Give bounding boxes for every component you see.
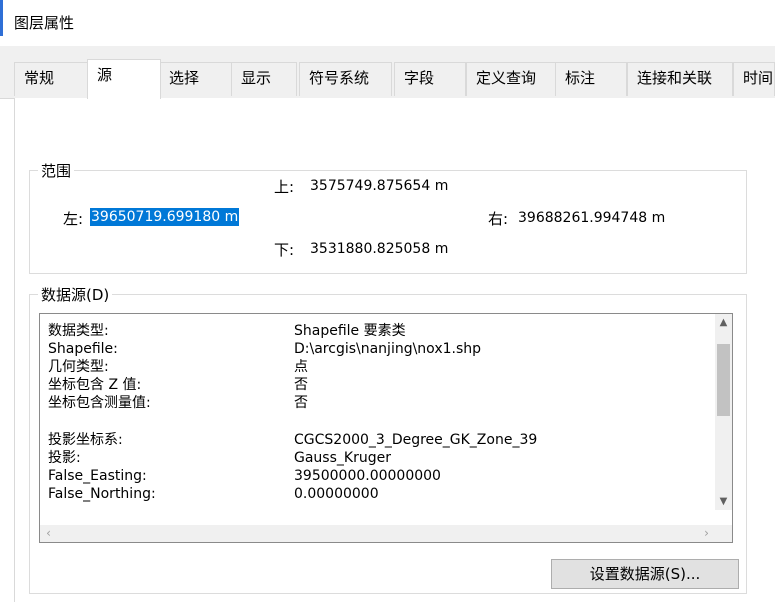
ds-label-geometry-type: 几何类型: bbox=[48, 359, 109, 375]
chevron-left-icon[interactable]: ‹ bbox=[40, 525, 57, 542]
tab-symbology[interactable]: 符号系统 bbox=[299, 62, 392, 96]
dialog-title: 图层属性 bbox=[14, 14, 75, 32]
ds-label-false-easting: False_Easting: bbox=[48, 468, 147, 484]
tab-time[interactable]: 时间 bbox=[733, 62, 775, 96]
tab-definition-query[interactable]: 定义查询 bbox=[466, 62, 556, 96]
title-bar: 图层属性 bbox=[0, 0, 775, 46]
ds-label-has-z: 坐标包含 Z 值: bbox=[48, 377, 142, 393]
tab-strip: 常规 源 选择 显示 符号系统 字段 定义查询 标注 连接和关联 时间 bbox=[0, 46, 775, 99]
ds-label-shapefile: Shapefile: bbox=[48, 341, 118, 357]
tab-label: 标注 bbox=[565, 69, 596, 87]
extent-top-value[interactable]: 3575749.875654 m bbox=[310, 178, 448, 194]
tab-joins-relates[interactable]: 连接和关联 bbox=[627, 62, 733, 96]
ds-label-projection: 投影: bbox=[48, 450, 81, 466]
scrollbar-corner bbox=[715, 525, 732, 542]
tab-label: 源 bbox=[97, 66, 113, 84]
tab-label: 显示 bbox=[241, 69, 272, 87]
chevron-up-icon[interactable]: ▲ bbox=[715, 314, 732, 331]
ds-label-data-type: 数据类型: bbox=[48, 323, 109, 339]
ds-label-has-m: 坐标包含测量值: bbox=[48, 395, 151, 411]
datasource-info-box[interactable]: 数据类型: Shapefile 要素类 Shapefile: D:\arcgis… bbox=[39, 313, 733, 543]
ds-value-has-z: 否 bbox=[294, 377, 308, 393]
extent-group-legend: 范围 bbox=[41, 162, 72, 180]
ds-value-data-type: Shapefile 要素类 bbox=[294, 323, 406, 339]
extent-right-value[interactable]: 39688261.994748 m bbox=[518, 210, 665, 226]
ds-label-false-northing: False_Northing: bbox=[48, 486, 156, 502]
tab-label: 符号系统 bbox=[309, 69, 370, 87]
extent-left-value-selected[interactable]: 39650719.699180 m bbox=[90, 208, 240, 226]
datasource-group-legend: 数据源(D) bbox=[41, 286, 110, 304]
ds-value-projection: Gauss_Kruger bbox=[294, 450, 391, 466]
chevron-down-icon[interactable]: ▼ bbox=[715, 493, 732, 510]
extent-top-label: 上: bbox=[274, 178, 295, 196]
ds-label-projected-cs: 投影坐标系: bbox=[48, 432, 123, 448]
ds-value-false-northing: 0.00000000 bbox=[294, 486, 379, 502]
chevron-right-icon[interactable]: › bbox=[698, 525, 715, 542]
ds-value-false-easting: 39500000.00000000 bbox=[294, 468, 441, 484]
ds-value-projected-cs: CGCS2000_3_Degree_GK_Zone_39 bbox=[294, 432, 538, 448]
extent-right-label: 右: bbox=[488, 210, 509, 228]
vertical-scroll-thumb[interactable] bbox=[717, 344, 730, 416]
extent-left-label: 左: bbox=[63, 210, 84, 228]
extent-bottom-label: 下: bbox=[274, 241, 295, 259]
tab-label: 选择 bbox=[169, 69, 200, 87]
tab-source[interactable]: 源 bbox=[87, 59, 161, 99]
tab-display[interactable]: 显示 bbox=[231, 62, 297, 96]
tab-label: 连接和关联 bbox=[637, 69, 713, 87]
tab-label: 字段 bbox=[404, 69, 435, 87]
ds-value-geometry-type: 点 bbox=[294, 359, 308, 375]
tab-fields[interactable]: 字段 bbox=[394, 62, 466, 96]
set-data-source-button[interactable]: 设置数据源(S)... bbox=[551, 559, 739, 589]
extent-bottom-value[interactable]: 3531880.825058 m bbox=[310, 241, 448, 257]
title-accent-bar bbox=[0, 0, 3, 36]
tab-general[interactable]: 常规 bbox=[14, 62, 89, 96]
vertical-scrollbar[interactable]: ▲ ▼ bbox=[715, 314, 732, 510]
ds-value-has-m: 否 bbox=[294, 395, 308, 411]
tab-content-source: 范围 上: 3575749.875654 m 左: 39650719.69918… bbox=[14, 98, 775, 602]
tab-label: 定义查询 bbox=[476, 69, 537, 87]
horizontal-scrollbar[interactable]: ‹ › bbox=[40, 525, 732, 542]
tab-selection[interactable]: 选择 bbox=[159, 62, 233, 96]
ds-value-shapefile: D:\arcgis\nanjing\nox1.shp bbox=[294, 341, 482, 357]
tab-label: 时间 bbox=[743, 69, 774, 87]
tab-label: 常规 bbox=[24, 69, 55, 87]
tab-labels[interactable]: 标注 bbox=[555, 62, 627, 96]
